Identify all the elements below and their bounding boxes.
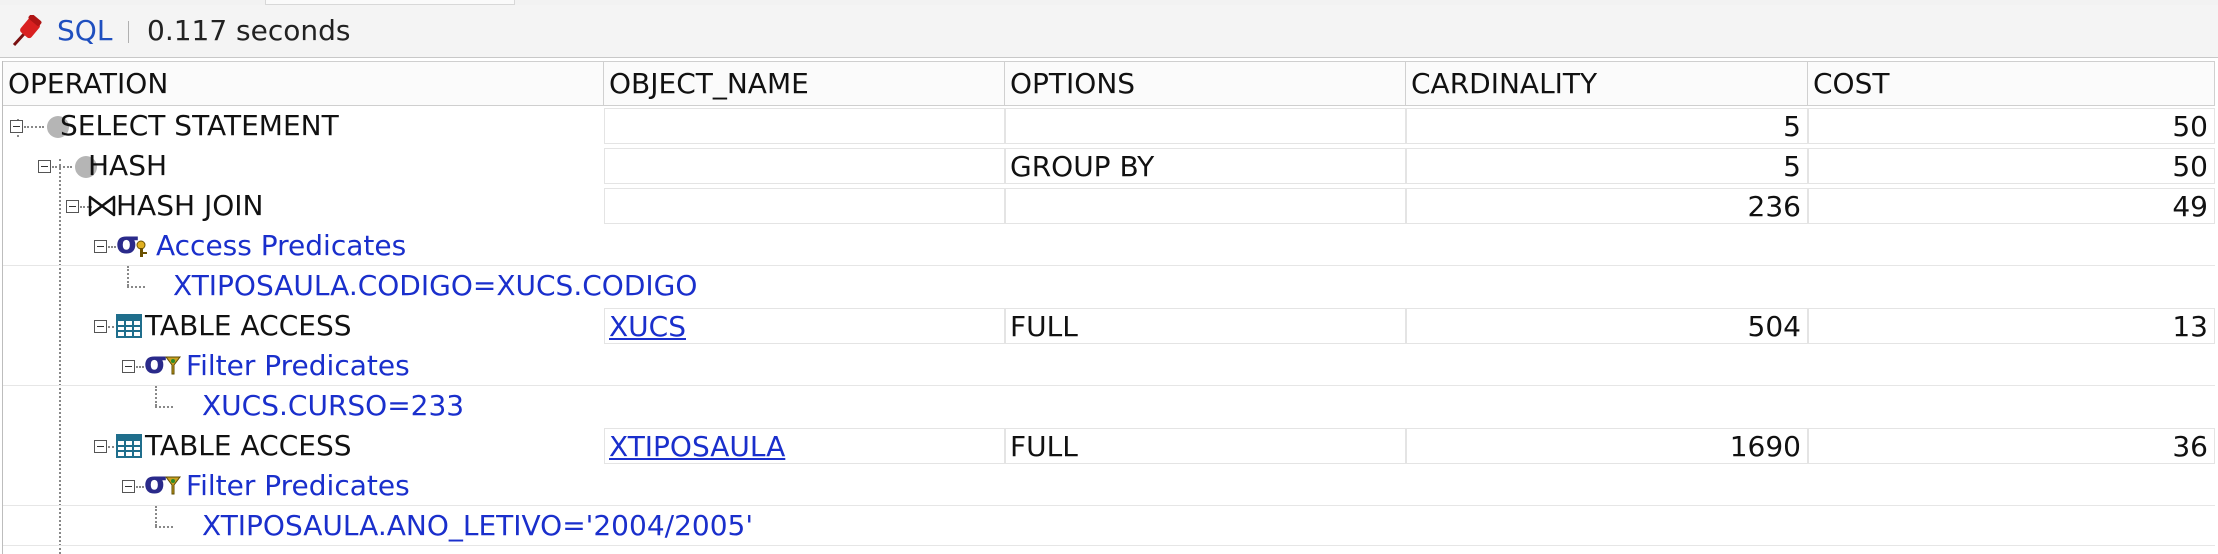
tree-connector: [127, 266, 129, 286]
operation-cell: TABLE ACCESS: [145, 309, 352, 342]
tree-connector: [52, 166, 72, 168]
cardinality-cell: 236: [1406, 188, 1808, 224]
table-icon: [116, 434, 142, 458]
operation-cell: SELECT STATEMENT: [60, 109, 339, 142]
filter-predicate-icon: σ: [144, 466, 168, 501]
plan-row[interactable]: HASH JOIN 236 49: [3, 186, 2215, 226]
operation-cell: Filter Predicates: [186, 349, 410, 382]
cardinality-cell: 504: [1406, 308, 1808, 344]
predicate-text: XTIPOSAULA.CODIGO=XUCS.CODIGO: [173, 269, 698, 302]
cost-cell: 50: [1808, 108, 2215, 144]
tree-connector: [136, 366, 144, 368]
collapse-toggle[interactable]: [122, 360, 135, 373]
cost-cell: 50: [1808, 148, 2215, 184]
operation-cell: Access Predicates: [156, 229, 407, 262]
operation-cell: HASH JOIN: [116, 189, 264, 222]
explain-plan-grid: OPERATION OBJECT_NAME OPTIONS CARDINALIT…: [2, 61, 2215, 554]
column-header-object-name[interactable]: OBJECT_NAME: [604, 62, 1005, 105]
predicate-text: XTIPOSAULA.ANO_LETIVO='2004/2005': [202, 509, 754, 542]
object-name-link[interactable]: XTIPOSAULA: [604, 428, 1005, 464]
pushpin-icon[interactable]: [10, 15, 46, 47]
predicate-detail-row: XUCS.CURSO=233: [3, 386, 2215, 426]
object-name-link[interactable]: XUCS: [604, 308, 1005, 344]
toolbar-separator: [128, 21, 129, 43]
object-name-cell: [604, 188, 1005, 224]
plan-row[interactable]: HASH GROUP BY 5 50: [3, 146, 2215, 186]
collapse-toggle[interactable]: [38, 160, 51, 173]
table-icon: [116, 314, 142, 338]
plan-row[interactable]: SELECT STATEMENT 5 50: [3, 106, 2215, 146]
tree-connector: [155, 506, 157, 526]
predicate-row[interactable]: σ Filter Predicates: [3, 346, 2215, 386]
column-header-options[interactable]: OPTIONS: [1005, 62, 1406, 105]
elapsed-time: 0.117 seconds: [147, 14, 351, 47]
object-name-cell: [604, 108, 1005, 144]
filter-predicate-icon: σ: [144, 346, 168, 381]
tree-connector: [24, 126, 44, 128]
column-header-operation[interactable]: OPERATION: [3, 62, 604, 105]
predicate-detail-row: XTIPOSAULA.CODIGO=XUCS.CODIGO: [3, 266, 2215, 306]
options-cell: FULL: [1005, 428, 1406, 464]
funnel-icon: [165, 476, 181, 495]
collapse-toggle[interactable]: [94, 440, 107, 453]
options-cell: GROUP BY: [1005, 148, 1406, 184]
cost-cell: 49: [1808, 188, 2215, 224]
collapse-toggle[interactable]: [10, 120, 23, 133]
cardinality-cell: 1690: [1406, 428, 1808, 464]
collapse-toggle[interactable]: [66, 200, 79, 213]
predicate-detail-row: XTIPOSAULA.ANO_LETIVO='2004/2005': [3, 506, 2215, 546]
sql-link[interactable]: SQL: [57, 14, 112, 47]
collapse-toggle[interactable]: [94, 320, 107, 333]
operation-cell: HASH: [88, 149, 168, 182]
plan-row[interactable]: TABLE ACCESS XTIPOSAULA FULL 1690 36: [3, 426, 2215, 466]
predicate-row[interactable]: σ Access Predicates: [3, 226, 2215, 266]
collapse-toggle[interactable]: [122, 480, 135, 493]
tree-connector: [155, 386, 157, 406]
cost-cell: 13: [1808, 308, 2215, 344]
tree-connector: [155, 526, 173, 528]
cardinality-cell: 5: [1406, 108, 1808, 144]
hash-join-icon: [88, 195, 116, 217]
column-header-cardinality[interactable]: CARDINALITY: [1406, 62, 1808, 105]
collapse-toggle[interactable]: [94, 240, 107, 253]
plan-row[interactable]: TABLE ACCESS XUCS FULL 504 13: [3, 306, 2215, 346]
object-name-cell: [604, 148, 1005, 184]
key-icon: [136, 240, 147, 257]
toolbar: SQL 0.117 seconds: [0, 5, 2218, 58]
tree-connector: [155, 406, 173, 408]
cardinality-cell: 5: [1406, 148, 1808, 184]
predicate-text: XUCS.CURSO=233: [202, 389, 465, 422]
cost-cell: 36: [1808, 428, 2215, 464]
options-cell: [1005, 108, 1406, 144]
options-cell: FULL: [1005, 308, 1406, 344]
predicate-row[interactable]: σ Filter Predicates: [3, 466, 2215, 506]
tree-connector: [136, 486, 144, 488]
operation-cell: TABLE ACCESS: [145, 429, 352, 462]
row-separator: [3, 545, 2215, 546]
funnel-icon: [165, 356, 181, 375]
options-cell: [1005, 188, 1406, 224]
operation-cell: Filter Predicates: [186, 469, 410, 502]
grid-header: OPERATION OBJECT_NAME OPTIONS CARDINALIT…: [3, 61, 2215, 106]
tree-connector: [108, 246, 116, 248]
column-header-cost[interactable]: COST: [1808, 62, 2215, 105]
tree-connector: [127, 286, 145, 288]
